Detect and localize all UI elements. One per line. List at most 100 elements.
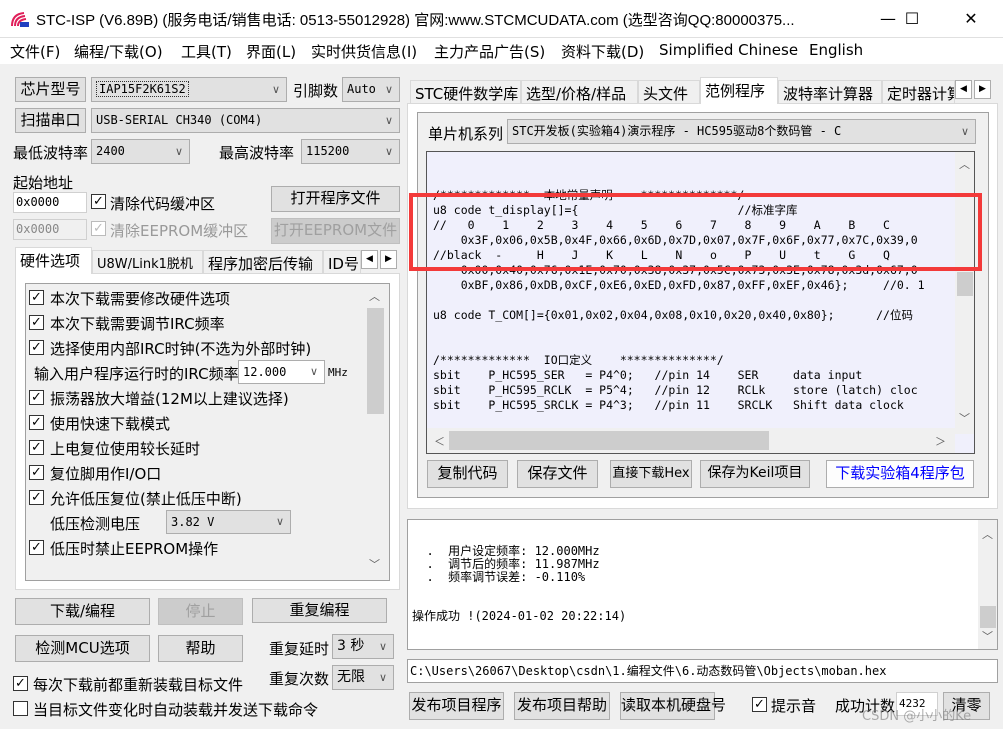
option-checkbox[interactable]: ✓ <box>29 390 44 405</box>
output-log[interactable]: . 用户设定频率: 12.000MHz . 调节后的频率: 11.987MHz … <box>407 519 998 650</box>
scroll-down-icon[interactable]: ﹀ <box>979 628 996 644</box>
tab-hardware-options[interactable]: 硬件选项 <box>15 247 92 274</box>
code-viewer[interactable]: /************* 本地常量声明 **************/ u8… <box>426 151 975 454</box>
close-button[interactable]: ✕ <box>948 0 994 38</box>
direct-download-hex-button[interactable]: 直接下载Hex <box>610 460 692 488</box>
tab-timer-calculator[interactable]: 定时器计算 <box>882 80 955 104</box>
download-program-button[interactable]: 下载/编程 <box>15 598 150 625</box>
eeprom-address-input[interactable]: 0x0000 <box>13 219 87 240</box>
detect-mcu-button[interactable]: 检测MCU选项 <box>15 635 150 662</box>
irc-frequency-select[interactable]: 12.000 ∨ <box>238 360 325 384</box>
scroll-up-icon[interactable]: ︿ <box>366 288 383 304</box>
scroll-right-icon[interactable]: ＞ <box>932 433 949 449</box>
tab-example-programs[interactable]: 范例程序 <box>700 77 778 104</box>
repeat-delay-value: 3 秒 <box>337 638 365 654</box>
scroll-thumb[interactable] <box>980 606 996 628</box>
tab-baud-calculator[interactable]: 波特率计算器 <box>778 80 882 104</box>
chip-type-select[interactable]: IAP15F2K61S2 ∨ <box>91 77 287 102</box>
port-select[interactable]: USB-SERIAL CH340 (COM4) ∨ <box>91 108 400 133</box>
sound-checkbox[interactable]: ✓ <box>752 697 767 712</box>
pin-count-select[interactable]: Auto ∨ <box>342 77 400 102</box>
scan-port-button[interactable]: 扫描串口 <box>15 108 86 133</box>
min-baud-select[interactable]: 2400 ∨ <box>91 139 190 164</box>
clear-code-checkbox[interactable]: ✓ <box>91 194 106 209</box>
chip-type-button[interactable]: 芯片型号 <box>15 77 86 102</box>
reload-before-download-checkbox[interactable]: ✓ <box>13 676 28 691</box>
option-checkbox[interactable]: ✓ <box>29 315 44 330</box>
scroll-up-icon[interactable]: ︿ <box>956 156 973 172</box>
save-file-button[interactable]: 保存文件 <box>517 460 598 488</box>
log-scrollbar[interactable]: ︿ ﹀ <box>978 520 997 649</box>
publish-program-button[interactable]: 发布项目程序 <box>409 692 504 720</box>
auto-send-label: 当目标文件变化时自动装载并发送下载命令 <box>33 701 319 719</box>
scroll-up-icon[interactable]: ︿ <box>979 526 996 542</box>
option-checkbox[interactable]: ✓ <box>29 490 44 505</box>
menu-supply-info[interactable]: 实时供货信息(I) <box>311 41 417 62</box>
repeat-program-button[interactable]: 重复编程 <box>252 598 387 623</box>
chevron-down-icon: ∨ <box>384 114 393 127</box>
scroll-down-icon[interactable]: ﹀ <box>366 556 383 572</box>
repeat-delay-select[interactable]: 3 秒 ∨ <box>332 634 394 659</box>
maximize-button[interactable]: ☐ <box>889 0 935 38</box>
menu-program-download[interactable]: 编程/下载(O) <box>74 41 163 62</box>
scroll-down-icon[interactable]: ﹀ <box>956 410 973 426</box>
menu-tools[interactable]: 工具(T) <box>181 41 232 62</box>
menu-simplified-chinese[interactable]: Simplified Chinese <box>659 41 798 59</box>
code-vertical-scrollbar[interactable]: ︿ ﹀ <box>955 152 974 434</box>
open-program-file-button[interactable]: 打开程序文件 <box>271 186 400 212</box>
tab-u8w-link1[interactable]: U8W/Link1脱机 <box>92 250 203 274</box>
download-package-button[interactable]: 下载实验箱4程序包 <box>826 460 974 488</box>
menu-product-ads[interactable]: 主力产品广告(S) <box>434 41 545 62</box>
menu-english[interactable]: English <box>809 41 863 59</box>
tab-scroll-left-icon[interactable]: ◀ <box>955 80 972 99</box>
tab-scroll-left-icon[interactable]: ◀ <box>361 250 378 269</box>
tab-scroll-right-icon[interactable]: ▶ <box>974 80 991 99</box>
menu-docs-download[interactable]: 资料下载(D) <box>561 41 644 62</box>
code-address-input[interactable]: 0x0000 <box>13 192 87 213</box>
file-path-field[interactable]: C:\Users\26067\Desktop\csdn\1.编程文件\6.动态数… <box>407 659 998 683</box>
menu-bar: 文件(F) 编程/下载(O) 工具(T) 界面(L) 实时供货信息(I) 主力产… <box>0 38 1003 64</box>
scroll-thumb[interactable] <box>449 431 769 450</box>
repeat-count-select[interactable]: 无限 ∨ <box>332 665 394 690</box>
chip-type-value: IAP15F2K61S2 <box>96 81 189 97</box>
clear-eeprom-label: 清除EEPROM缓冲区 <box>110 222 249 240</box>
publish-help-button[interactable]: 发布项目帮助 <box>514 692 610 720</box>
reload-before-download-label: 每次下载前都重新装载目标文件 <box>33 676 244 694</box>
open-eeprom-file-button[interactable]: 打开EEPROM文件 <box>271 218 400 244</box>
max-baud-select[interactable]: 115200 ∨ <box>301 139 400 164</box>
menu-file[interactable]: 文件(F) <box>10 41 60 62</box>
tab-encrypted-transfer[interactable]: 程序加密后传输 <box>203 250 323 274</box>
clear-eeprom-checkbox[interactable]: ✓ <box>91 221 106 236</box>
option-checkbox[interactable]: ✓ <box>29 440 44 455</box>
tab-math-library[interactable]: STC硬件数学库 <box>410 80 521 104</box>
irc-unit-label: MHz <box>328 366 348 379</box>
read-disk-id-button[interactable]: 读取本机硬盘号 <box>620 692 726 720</box>
eeprom-protect-checkbox[interactable]: ✓ <box>29 540 44 555</box>
low-voltage-label: 低压检测电压 <box>50 515 141 533</box>
menu-interface[interactable]: 界面(L) <box>246 41 296 62</box>
options-scrollbar[interactable]: ︿ ﹀ <box>365 284 385 580</box>
auto-send-checkbox[interactable] <box>13 701 28 716</box>
tab-id[interactable]: ID号 <box>323 250 361 274</box>
tab-header-files[interactable]: 头文件 <box>638 80 700 104</box>
code-horizontal-scrollbar[interactable]: ＜ ＞ <box>427 428 955 453</box>
scroll-thumb[interactable] <box>367 308 384 414</box>
option-checkbox[interactable]: ✓ <box>29 415 44 430</box>
copy-code-button[interactable]: 复制代码 <box>427 460 508 488</box>
irc-frequency-label: 输入用户程序运行时的IRC频率 <box>34 365 239 383</box>
scroll-thumb[interactable] <box>957 272 973 296</box>
option-checkbox[interactable]: ✓ <box>29 290 44 305</box>
min-baud-value: 2400 <box>96 144 125 158</box>
low-voltage-select[interactable]: 3.82 V ∨ <box>166 510 291 534</box>
tab-selection-price[interactable]: 选型/价格/样品 <box>521 80 638 104</box>
option-checkbox[interactable]: ✓ <box>29 465 44 480</box>
option-checkbox[interactable]: ✓ <box>29 340 44 355</box>
mcu-series-select[interactable]: STC开发板(实验箱4)演示程序 - HC595驱动8个数码管 - C ∨ <box>507 119 976 144</box>
pin-count-value: Auto <box>347 82 376 96</box>
irc-frequency-value: 12.000 <box>243 365 287 379</box>
scroll-left-icon[interactable]: ＜ <box>431 433 448 449</box>
stop-button[interactable]: 停止 <box>158 598 243 625</box>
save-keil-project-button[interactable]: 保存为Keil项目 <box>700 460 810 488</box>
tab-scroll-right-icon[interactable]: ▶ <box>380 250 397 269</box>
help-button[interactable]: 帮助 <box>158 635 243 662</box>
